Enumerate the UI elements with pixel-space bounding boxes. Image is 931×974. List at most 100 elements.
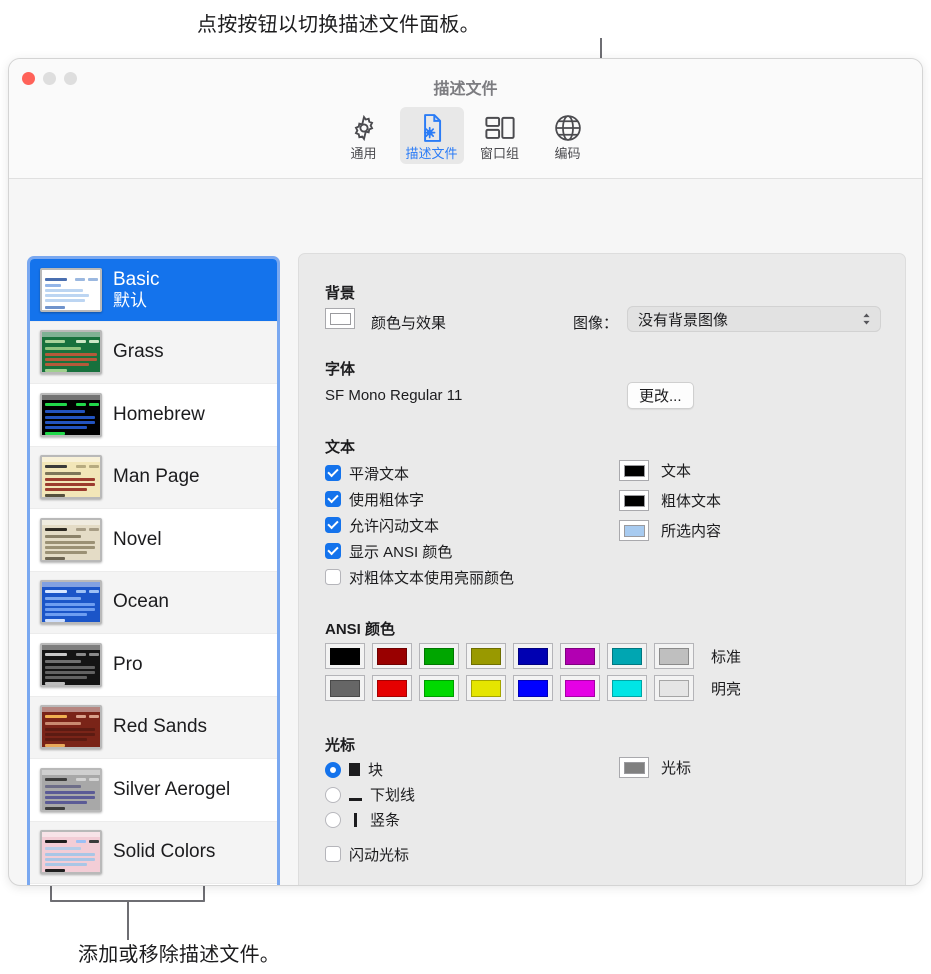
profile-list-item-silver-aerogel[interactable]: Silver Aerogel [30, 759, 277, 822]
profile-list-item-grass[interactable]: Grass [30, 321, 277, 384]
blink-text-checkbox[interactable] [325, 517, 341, 533]
ansi-normal-label: 标准 [711, 648, 742, 666]
preferences-window: 描述文件 通用 描述文件 窗口组 编码 Basic 默认 Grass Homeb… [8, 58, 923, 886]
background-image-label: 图像： [573, 315, 619, 332]
profile-thumbnail [40, 830, 102, 875]
text-color-label: 文本 [661, 463, 692, 480]
bright-bold-checkbox[interactable] [325, 569, 341, 585]
ansi-normal-swatch-5[interactable] [560, 643, 600, 669]
bold-fonts-checkbox[interactable] [325, 491, 341, 507]
profile-name: Homebrew [113, 403, 205, 425]
profile-name: Ocean [113, 591, 169, 613]
bold-fonts-label: 使用粗体字 [349, 491, 425, 509]
toolbar-item-label: 窗口组 [479, 146, 519, 161]
profile-thumbnail [40, 705, 102, 750]
cursor-option-bar[interactable]: 竖条 [325, 807, 415, 832]
checkbox-row-ansi-colors[interactable]: 显示 ANSI 颜色 [325, 538, 514, 564]
ansi-normal-swatch-1[interactable] [372, 643, 412, 669]
profile-name: Red Sands [113, 716, 208, 738]
checkbox-row-bold-fonts[interactable]: 使用粗体字 [325, 486, 514, 512]
font-value-label: SF Mono Regular 11 [325, 387, 463, 404]
ansi-bright-swatch-1[interactable] [372, 675, 412, 701]
cursor-bar-radio[interactable] [325, 811, 341, 828]
ansi-normal-swatch-2[interactable] [419, 643, 459, 669]
toolbar-item-general[interactable]: 通用 [332, 107, 396, 164]
bold-text-color-row[interactable]: 粗体文本 [619, 490, 721, 511]
text-color-row[interactable]: 文本 [619, 460, 721, 481]
window-title: 描述文件 [433, 81, 498, 98]
blink-cursor-checkbox[interactable] [325, 846, 341, 862]
antialias-checkbox[interactable] [325, 465, 341, 481]
background-image-select[interactable]: 没有背景图像 [627, 306, 881, 332]
profile-thumbnail [40, 580, 102, 625]
cursor-color-well[interactable] [619, 757, 649, 778]
background-color-well[interactable] [325, 308, 355, 329]
selection-color-row[interactable]: 所选内容 [619, 520, 721, 541]
ansi-bright-swatch-2[interactable] [419, 675, 459, 701]
ansi-bright-swatch-7[interactable] [654, 675, 694, 701]
profile-list-item-novel[interactable]: Novel [30, 509, 277, 572]
cursor-color-row[interactable]: 光标 [619, 757, 691, 778]
cursor-block-radio[interactable] [325, 761, 341, 778]
profile-list-item-homebrew[interactable]: Homebrew [30, 384, 277, 447]
profile-thumbnail [40, 517, 102, 562]
profile-list-item-solid-colors[interactable]: Solid Colors [30, 821, 277, 884]
checkbox-row-blink-cursor[interactable]: 闪动光标 [325, 841, 415, 867]
bold-text-color-well[interactable] [619, 490, 649, 511]
profiles-sidebar[interactable]: Basic 默认 Grass Homebrew Man Page Novel O… [27, 256, 280, 885]
cursor-underline-glyph [349, 797, 362, 801]
profile-name: Silver Aerogel [113, 778, 231, 800]
toolbar-item-profiles[interactable]: 描述文件 [399, 107, 464, 164]
text-color-well[interactable] [619, 460, 649, 481]
blink-cursor-label: 闪动光标 [349, 846, 410, 864]
ansi-bright-swatch-6[interactable] [607, 675, 647, 701]
gear-icon [350, 112, 378, 144]
profile-list-item-man-page[interactable]: Man Page [30, 446, 277, 509]
ansi-bright-swatch-4[interactable] [513, 675, 553, 701]
callout-top-text: 点按按钮以切换描述文件面板。 [197, 14, 480, 36]
ansi-normal-swatch-3[interactable] [466, 643, 506, 669]
checkbox-row-antialias[interactable]: 平滑文本 [325, 460, 514, 486]
checkbox-row-blink-text[interactable]: 允许闪动文本 [325, 512, 514, 538]
profile-name: Grass [113, 341, 164, 363]
ansi-bright-swatch-0[interactable] [325, 675, 365, 701]
cursor-color-label: 光标 [661, 760, 692, 777]
ansi-bright-swatch-3[interactable] [466, 675, 506, 701]
profile-thumbnail [40, 455, 102, 500]
window-titlebar: 描述文件 通用 描述文件 窗口组 编码 [9, 59, 922, 179]
ansi-normal-swatch-4[interactable] [513, 643, 553, 669]
document-gear-icon [418, 112, 446, 144]
ansi-normal-swatch-6[interactable] [607, 643, 647, 669]
toolbar-item-encodings[interactable]: 编码 [536, 107, 600, 164]
cursor-option-block[interactable]: 块 [325, 757, 415, 782]
profile-name: Basic [113, 268, 160, 290]
ansi-colors-checkbox[interactable] [325, 543, 341, 559]
bold-text-color-label: 粗体文本 [661, 493, 722, 510]
profile-thumbnail [40, 330, 102, 375]
toolbar-item-window-groups[interactable]: 窗口组 [468, 107, 532, 164]
profile-name: Pro [113, 653, 143, 675]
ansi-normal-swatch-7[interactable] [654, 643, 694, 669]
cursor-bar-label: 竖条 [370, 812, 401, 829]
background-image-value: 没有背景图像 [638, 311, 729, 329]
profile-list-item-pro[interactable]: Pro [30, 634, 277, 697]
checkbox-row-bright-bold[interactable]: 对粗体文本使用亮丽颜色 [325, 564, 514, 590]
antialias-label: 平滑文本 [349, 465, 410, 483]
selection-color-well[interactable] [619, 520, 649, 541]
window-group-icon [484, 112, 515, 144]
cursor-underline-radio[interactable] [325, 786, 341, 803]
change-font-button[interactable]: 更改... [627, 382, 694, 409]
ansi-colors-label: 显示 ANSI 颜色 [349, 543, 453, 561]
ansi-bright-swatch-5[interactable] [560, 675, 600, 701]
profile-default-badge: 默认 [113, 290, 147, 310]
profile-list-item-basic[interactable]: Basic 默认 [30, 259, 277, 322]
profile-list-item-ocean[interactable]: Ocean [30, 571, 277, 634]
background-color-effects-label: 颜色与效果 [371, 315, 447, 332]
background-section-title: 背景 [325, 285, 356, 302]
ansi-normal-swatch-0[interactable] [325, 643, 365, 669]
profile-list-item-red-sands[interactable]: Red Sands [30, 696, 277, 759]
cursor-option-underline[interactable]: 下划线 [325, 782, 415, 807]
ansi-bright-row: 明亮 [325, 675, 741, 701]
ansi-bright-label: 明亮 [711, 680, 742, 698]
profile-thumbnail [40, 267, 102, 312]
